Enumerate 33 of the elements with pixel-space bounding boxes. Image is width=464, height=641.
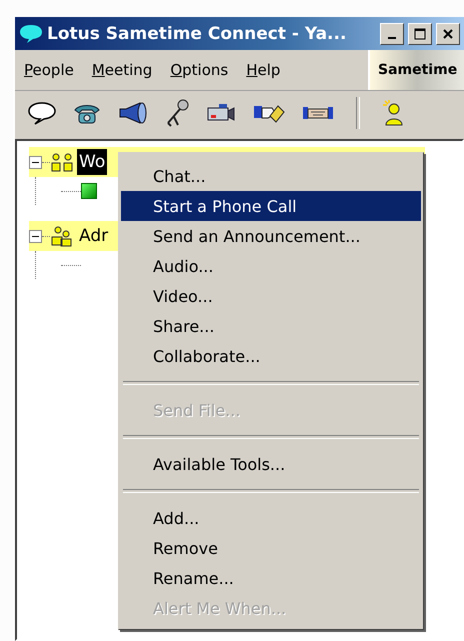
group-icon [50, 225, 74, 247]
context-menu-item[interactable]: Send an Announcement... [121, 221, 421, 251]
maximize-icon [414, 28, 426, 40]
collapse-icon[interactable] [29, 156, 42, 168]
context-menu-item[interactable]: Video... [121, 281, 421, 311]
group-icon [50, 151, 74, 173]
menu-item[interactable]: Options [161, 61, 238, 79]
minimize-button[interactable] [380, 22, 404, 44]
speech-bubble-icon[interactable] [27, 101, 57, 125]
context-menu-item[interactable]: Share... [121, 311, 421, 341]
context-menu-item[interactable]: Collaborate... [121, 341, 421, 371]
group-label[interactable]: Adr [77, 223, 110, 249]
menu-item[interactable]: Meeting [82, 61, 162, 79]
context-menu-item[interactable]: Rename... [121, 563, 421, 593]
context-menu-item[interactable]: Remove [121, 533, 421, 563]
maximize-button[interactable] [408, 22, 432, 44]
megaphone-icon[interactable] [117, 101, 149, 125]
window-title: Lotus Sametime Connect - Ya... [47, 24, 348, 44]
collapse-icon[interactable] [29, 230, 42, 242]
new-person-icon[interactable] [381, 99, 405, 127]
context-menu-item[interactable]: Add... [121, 503, 421, 533]
brand-logo: Sametime [368, 50, 464, 90]
close-button[interactable] [436, 22, 460, 44]
menu-item[interactable]: Help [237, 61, 290, 79]
menu-item[interactable]: People [15, 61, 83, 79]
close-icon [442, 28, 454, 40]
context-menu-item[interactable]: Start a Phone Call [121, 191, 421, 221]
context-menu-item[interactable]: Audio... [121, 251, 421, 281]
chat-bubble-icon [19, 24, 43, 44]
group-label[interactable]: Wo [77, 149, 108, 175]
minimize-icon [388, 36, 396, 38]
context-menu-item[interactable]: Chat... [121, 161, 421, 191]
context-menu-item[interactable]: Available Tools... [121, 449, 421, 479]
